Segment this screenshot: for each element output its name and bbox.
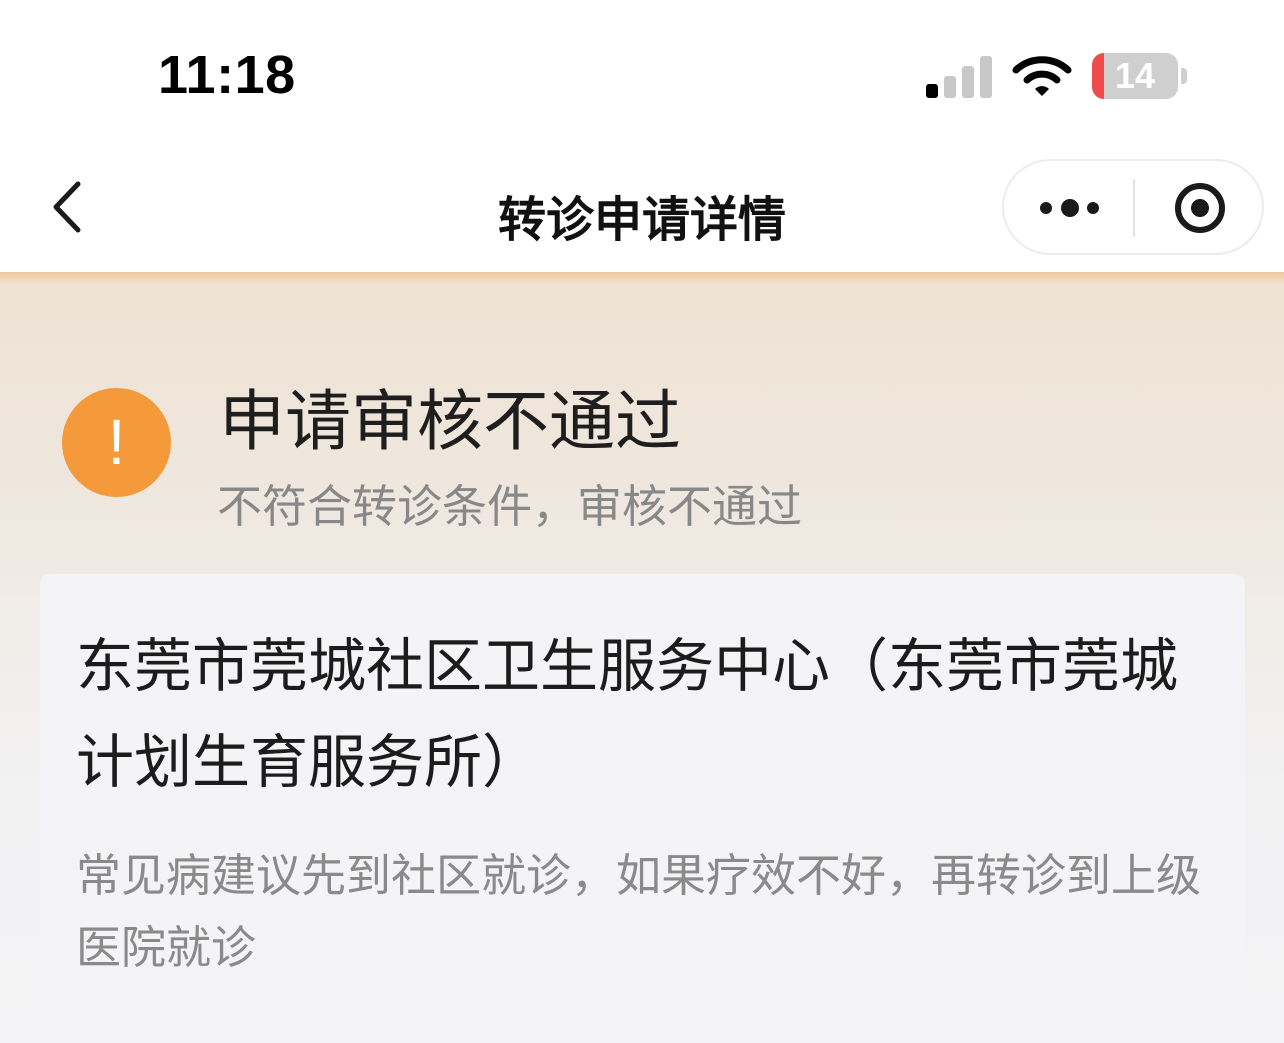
exclamation-icon: ! — [62, 388, 171, 497]
hospital-advice: 常见病建议先到社区就诊，如果疗效不好，再转诊到上级医院就诊 — [76, 849, 1202, 974]
wifi-icon — [1012, 56, 1072, 96]
cellular-signal-icon — [926, 56, 992, 98]
review-status-reason: 不符合转诊条件，审核不通过 — [217, 480, 803, 533]
hospital-name: 东莞市莞城社区卫生服务中心（东莞市莞城计划生育服务所） — [76, 632, 1179, 796]
status-time: 11:18 — [158, 45, 296, 105]
hospital-card: 东莞市莞城社区卫生服务中心（东莞市莞城计划生育服务所） 常见病建议先到社区就诊，… — [40, 574, 1245, 1024]
referral-detail-page: 11:18 14 转诊申请详情 ! 申请审核不通过 不符合转诊条件，审核不通过 … — [0, 0, 1284, 1043]
battery-level: 14 — [1114, 55, 1156, 96]
status-bar: 11:18 14 — [0, 0, 1284, 150]
miniprogram-capsule — [1002, 159, 1264, 255]
chevron-left-icon — [53, 181, 81, 233]
referral-content: ! 申请审核不通过 不符合转诊条件，审核不通过 东莞市莞城社区卫生服务中心（东莞… — [0, 272, 1284, 1043]
exclamation-mark: ! — [107, 406, 126, 478]
battery-nub — [1181, 68, 1187, 84]
back-button[interactable] — [36, 174, 106, 240]
more-button[interactable] — [1004, 161, 1134, 253]
more-dots-icon — [1040, 199, 1099, 217]
battery-icon: 14 — [1092, 53, 1178, 99]
page-title: 转诊申请详情 — [497, 192, 786, 248]
target-close-icon — [1175, 183, 1225, 233]
review-status-title: 申请审核不通过 — [219, 383, 681, 460]
navigation-bar: 转诊申请详情 — [0, 150, 1284, 272]
close-miniprogram-button[interactable] — [1135, 161, 1262, 253]
